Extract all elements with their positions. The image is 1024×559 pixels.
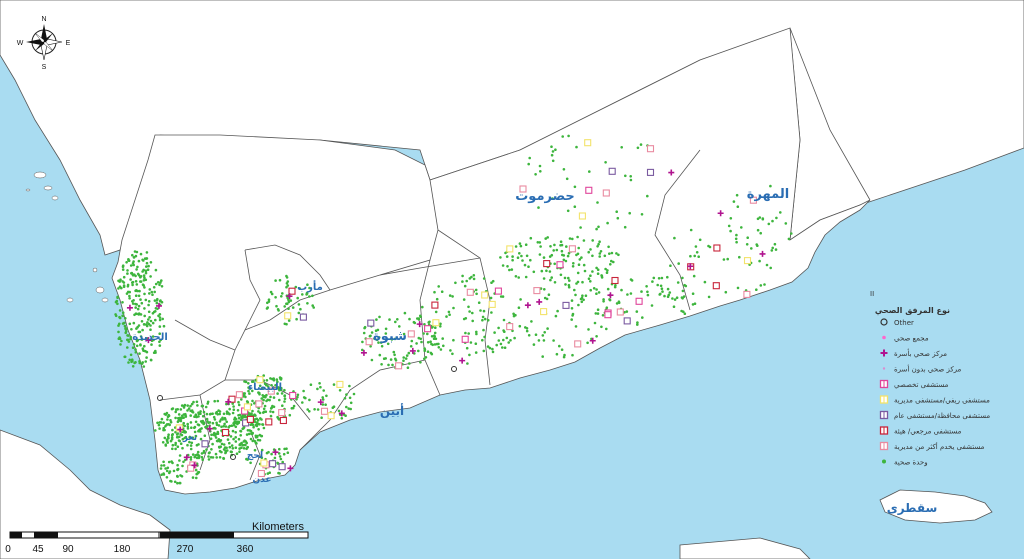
scale-tick-label: 0 bbox=[5, 544, 11, 555]
legend-item-label: Other bbox=[894, 319, 914, 327]
scale-tick-label: 90 bbox=[62, 544, 74, 555]
scale-tick-label: 270 bbox=[177, 544, 194, 555]
legend-item-label: مستشفى يخدم أكثر من مديرية bbox=[894, 442, 985, 451]
label-abyan: أبين bbox=[380, 403, 404, 418]
label-aden: عدن bbox=[252, 475, 271, 485]
legend-item-label: مستشفى ريفي/مستشفى مديرية bbox=[894, 397, 990, 405]
compass-south: S bbox=[42, 64, 47, 71]
label-marib: مأرب bbox=[297, 280, 323, 293]
compass-east: E bbox=[66, 40, 71, 47]
legend-item-label: مستشفى مرجعي/ هيئة bbox=[894, 428, 962, 436]
scale-tick-label: 180 bbox=[114, 544, 131, 555]
label-hudaydah: الحديدة bbox=[132, 332, 168, 343]
legend-item-label: مستشفى تخصصي bbox=[894, 381, 949, 389]
compass-west: W bbox=[17, 40, 24, 47]
label-lahj: لحج bbox=[247, 451, 263, 461]
label-hadramawt: حضرموت bbox=[515, 189, 575, 204]
legend-item-label: مستشفى محافظة/مستشفى عام bbox=[894, 412, 990, 420]
label-taiz: تعز bbox=[182, 433, 197, 443]
label-mahra: المهرة bbox=[747, 187, 789, 202]
scale-unit: Kilometers bbox=[252, 521, 304, 533]
legend-item-label: مركز صحي بأسرة bbox=[894, 348, 947, 358]
label-shabwa: شبوة bbox=[373, 329, 407, 344]
legend-marker: II bbox=[870, 290, 874, 298]
label-bayda: البيضاء bbox=[248, 382, 282, 393]
scale-tick-label: 45 bbox=[32, 544, 44, 555]
legend-item-label: وحدة صحية bbox=[894, 459, 928, 467]
scale-tick-label: 360 bbox=[237, 544, 254, 555]
legend-item: مستشفى محافظة/مستشفى عام bbox=[879, 410, 990, 420]
map-canvas: حضرموت المهرة شبوة أبين سقطرى مأرب الحدي… bbox=[0, 0, 1024, 559]
label-socotra: سقطرى bbox=[887, 501, 938, 515]
health-facilities-map: حضرموت المهرة شبوة أبين سقطرى مأرب الحدي… bbox=[0, 0, 1024, 559]
legend-item-label: مركز صحي بدون أسرة bbox=[894, 365, 962, 374]
legend-title: نوع المرفق الصحي bbox=[875, 306, 950, 315]
legend-item: مستشفى ريفي/مستشفى مديرية bbox=[879, 395, 990, 405]
compass-north: N bbox=[41, 16, 46, 23]
legend-item: مستشفى يخدم أكثر من مديرية bbox=[879, 441, 985, 451]
legend-item: مركز صحي بدون أسرة bbox=[882, 365, 962, 374]
legend-item-label: مجمع صحي bbox=[894, 335, 929, 343]
